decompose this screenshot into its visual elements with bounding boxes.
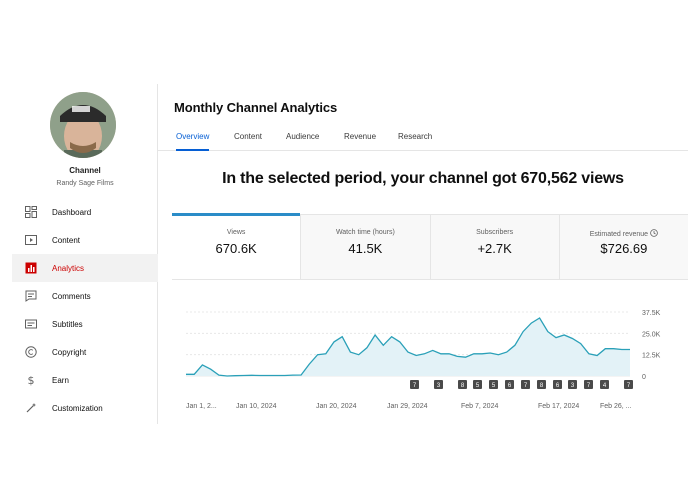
metric-value: 41.5K: [348, 241, 383, 256]
y-tick-label: 12.5K: [642, 353, 661, 360]
metric-label-text: Estimated revenue: [589, 231, 649, 238]
x-tick-label: Jan 1, 2...: [186, 403, 217, 410]
x-tick-label: Jan 29, 2024: [387, 403, 428, 410]
sidebar-item-content[interactable]: Content: [12, 226, 158, 254]
metric-label: Views: [226, 229, 246, 236]
content-icon: [24, 233, 38, 247]
tab-overview[interactable]: Overview: [176, 132, 210, 151]
sidebar-item-comments[interactable]: Comments: [12, 282, 158, 310]
metric-label: Subscribers: [476, 229, 514, 236]
sidebar-item-label: Dashboard: [52, 207, 92, 217]
views-chart: 37.5K 25.0K 12.5K 0 7 3 8 5 5 6 7 8 6 3 7 4 7 Jan 1, 2...…: [172, 298, 688, 416]
metric-card-subscribers[interactable]: Subscribers +2.7K: [429, 215, 559, 279]
subtitles-icon: [24, 317, 38, 331]
sidebar-item-label: Subtitles: [52, 319, 83, 329]
views-area: [186, 318, 630, 376]
tab-research[interactable]: Research: [398, 132, 432, 151]
sidebar: Channel Randy Sage Films Dashboard Conte…: [12, 84, 158, 424]
channel-avatar[interactable]: [50, 92, 116, 158]
sidebar-item-customization[interactable]: Customization: [12, 394, 158, 422]
sidebar-item-label: Analytics: [52, 263, 85, 273]
tab-audience[interactable]: Audience: [286, 132, 319, 151]
metric-card-revenue[interactable]: Estimated revenue $726.69: [558, 215, 688, 279]
tab-content[interactable]: Content: [234, 132, 262, 151]
metric-cards: Views 670.6K Watch time (hours) 41.5K Su…: [172, 213, 688, 280]
sidebar-item-copyright[interactable]: Copyright: [12, 338, 158, 366]
sidebar-item-label: Customization: [52, 403, 103, 413]
x-tick-label: Jan 20, 2024: [316, 403, 357, 410]
svg-text:$: $: [28, 374, 35, 386]
analytics-tabs: Overview Content Audience Revenue Resear…: [158, 126, 688, 151]
tab-revenue[interactable]: Revenue: [344, 132, 376, 151]
sidebar-item-label: Copyright: [52, 347, 87, 357]
channel-label: Channel: [69, 166, 101, 175]
sidebar-item-analytics[interactable]: Analytics: [12, 254, 158, 282]
copyright-icon: [24, 345, 38, 359]
sidebar-item-label: Content: [52, 235, 81, 245]
y-tick-label: 0: [642, 374, 646, 381]
channel-name: Randy Sage Films: [56, 180, 114, 187]
views-chart-svg: 37.5K25.0K12.5K07 3 8 5 5 6 7 8 6 3 7 4 7Jan 1, 2...…: [186, 310, 661, 410]
sidebar-item-label: Earn: [52, 375, 69, 385]
sidebar-item-subtitles[interactable]: Subtitles: [12, 310, 158, 338]
metric-card-views[interactable]: Views 670.6K: [172, 213, 301, 279]
customization-icon: [24, 401, 38, 415]
views-headline: In the selected period, your channel got…: [222, 170, 624, 187]
x-tick-label: Feb 7, 2024: [461, 403, 498, 410]
earn-icon: $: [24, 373, 38, 387]
x-tick-label: Feb 17, 2024: [538, 403, 579, 410]
analytics-main: Monthly Channel Analytics Overview Conte…: [158, 84, 688, 429]
metric-label: Estimated revenue: [560, 229, 688, 238]
y-tick-label: 37.5K: [642, 310, 661, 317]
metric-card-watch-time[interactable]: Watch time (hours) 41.5K: [300, 215, 430, 279]
x-tick-label: Jan 10, 2024: [236, 403, 277, 410]
clock-icon: [650, 229, 658, 237]
metric-value: +2.7K: [477, 241, 512, 256]
x-tick-label: Feb 26, ...: [600, 403, 632, 410]
metric-label: Watch time (hours): [335, 229, 395, 236]
sidebar-nav: Dashboard Content Analytics Comments Sub…: [12, 198, 158, 422]
page-title: Monthly Channel Analytics: [174, 100, 338, 115]
comments-icon: [24, 289, 38, 303]
sidebar-item-earn[interactable]: $ Earn: [12, 366, 158, 394]
analytics-icon: [24, 261, 38, 275]
y-tick-label: 25.0K: [642, 331, 661, 338]
metric-value: $726.69: [600, 241, 648, 256]
sidebar-item-label: Comments: [52, 291, 91, 301]
sidebar-item-dashboard[interactable]: Dashboard: [12, 198, 158, 226]
dashboard-icon: [24, 205, 38, 219]
metric-value: 670.6K: [215, 241, 257, 256]
